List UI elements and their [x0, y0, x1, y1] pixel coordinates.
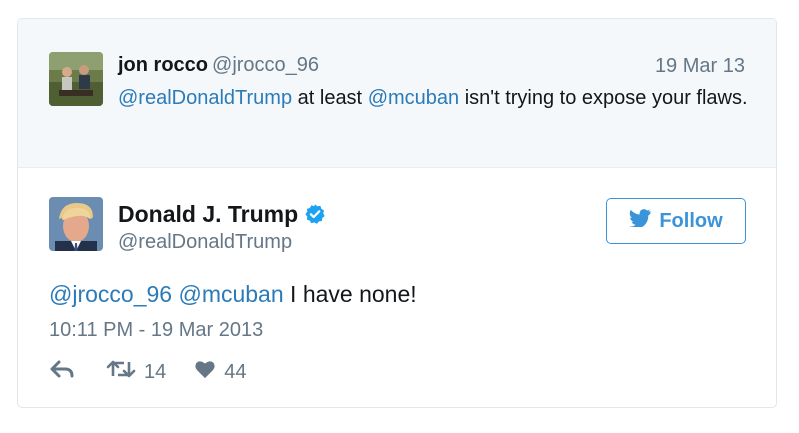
author-avatar[interactable] — [49, 197, 103, 251]
mention-link[interactable]: @mcuban — [178, 281, 283, 307]
parent-text-segment: at least — [292, 87, 368, 109]
follow-button[interactable]: Follow — [606, 198, 746, 244]
mention-link[interactable]: @realDonaldTrump — [118, 87, 292, 109]
parent-author-name[interactable]: jon rocco — [118, 54, 208, 76]
retweet-count: 14 — [144, 360, 167, 383]
parent-tweet-text: @realDonaldTrump at least @mcuban isn't … — [118, 83, 748, 113]
reply-button[interactable] — [49, 359, 75, 385]
retweet-icon — [106, 359, 136, 385]
like-count: 44 — [224, 360, 247, 383]
tweet-text: @jrocco_96 @mcuban I have none! — [49, 279, 417, 309]
tweet-actions: 14 44 — [49, 360, 247, 384]
mention-link[interactable]: @jrocco_96 — [49, 281, 172, 307]
verified-icon — [304, 203, 326, 231]
parent-author[interactable]: jon rocco @jrocco_96 — [118, 52, 319, 78]
tweet-timestamp[interactable]: 10:11 PM - 19 Mar 2013 — [49, 318, 263, 342]
author-handle[interactable]: @realDonaldTrump — [118, 230, 292, 254]
mention-link[interactable]: @mcuban — [368, 87, 459, 109]
parent-tweet-date[interactable]: 19 Mar 13 — [655, 54, 745, 78]
retweet-button[interactable]: 14 — [106, 359, 166, 385]
author-name[interactable]: Donald J. Trump — [118, 200, 326, 231]
reply-icon — [49, 359, 75, 385]
like-button[interactable]: 44 — [194, 359, 247, 385]
embedded-tweet-card: jon rocco @jrocco_96 19 Mar 13 @realDonal… — [17, 18, 777, 408]
author-name-text[interactable]: Donald J. Trump — [118, 201, 298, 227]
parent-text-segment: isn't trying to expose your flaws. — [459, 87, 748, 109]
parent-tweet[interactable]: jon rocco @jrocco_96 19 Mar 13 @realDonal… — [18, 19, 776, 168]
parent-author-handle[interactable]: @jrocco_96 — [212, 54, 319, 76]
follow-button-label: Follow — [659, 209, 723, 232]
twitter-bird-icon — [629, 209, 651, 233]
tweet-text-segment: I have none! — [283, 281, 417, 307]
parent-avatar[interactable] — [49, 52, 103, 106]
like-icon — [194, 359, 216, 385]
